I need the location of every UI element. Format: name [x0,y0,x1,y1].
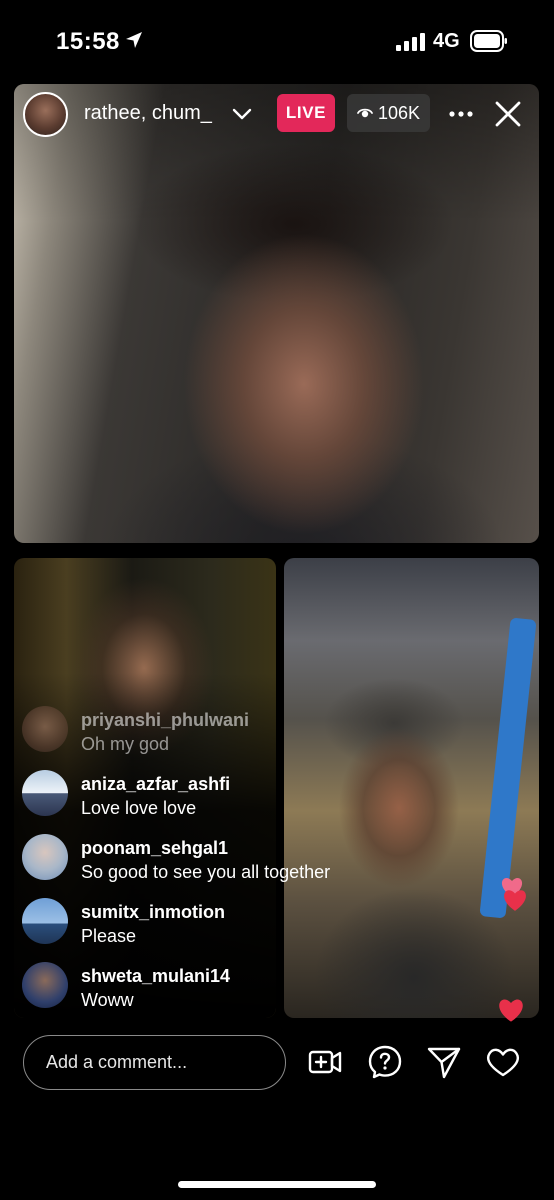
comment-text: Love love love [81,798,197,818]
comments-list: priyanshi_phulwani Oh my god aniza_azfar… [22,704,402,1024]
comment-username[interactable]: aniza_azfar_ashfi [81,774,230,795]
comment-item: sumitx_inmotion Please [22,896,402,960]
comment-text: So good to see you all together [81,862,331,882]
comment-item: priyanshi_phulwani Oh my god [22,704,402,768]
network-type: 4G [433,30,460,52]
commenter-avatar[interactable] [22,706,68,752]
background-pole [479,617,537,919]
comment-input[interactable] [46,1052,276,1073]
heart-icon[interactable] [485,1044,521,1080]
chevron-down-icon[interactable] [232,106,252,122]
floating-heart-icon [499,999,523,1022]
eye-icon [357,108,373,118]
comment-item: shweta_mulani14 Woww [22,960,402,1024]
floating-heart-icon [504,890,526,911]
video-shade [14,84,539,543]
signal-bars-icon [396,33,425,51]
question-icon[interactable] [367,1044,403,1080]
add-video-icon[interactable] [307,1044,343,1080]
host-names[interactable]: rathee, chum_ [84,102,212,125]
live-badge: LIVE [277,94,335,132]
comment-username[interactable]: poonam_sehgal1 [81,838,228,859]
viewer-count-badge[interactable]: 106K [347,94,430,132]
more-icon[interactable] [448,104,474,124]
commenter-avatar[interactable] [22,898,68,944]
host-video-feed[interactable] [14,84,539,543]
status-time: 15:58 [56,28,120,55]
close-icon[interactable] [494,100,522,128]
send-icon[interactable] [426,1044,462,1080]
comment-item: aniza_azfar_ashfi Love love love [22,768,402,832]
commenter-avatar[interactable] [22,770,68,816]
comment-item: poonam_sehgal1 So good to see you all to… [22,832,402,896]
host-avatar[interactable] [23,92,68,137]
comment-text: Woww [81,990,134,1010]
comment-text: Oh my god [81,734,170,754]
battery-icon [470,30,507,52]
commenter-avatar[interactable] [22,834,68,880]
location-arrow-icon [126,32,142,48]
comment-input-box[interactable] [23,1035,286,1090]
comment-text: Please [81,926,137,946]
status-bar: 15:58 4G [0,0,554,84]
comment-username[interactable]: priyanshi_phulwani [81,710,249,731]
home-indicator[interactable] [178,1181,376,1188]
comment-username[interactable]: sumitx_inmotion [81,902,225,923]
viewer-count: 106K [377,102,421,123]
commenter-avatar[interactable] [22,962,68,1008]
comment-username[interactable]: shweta_mulani14 [81,966,230,987]
